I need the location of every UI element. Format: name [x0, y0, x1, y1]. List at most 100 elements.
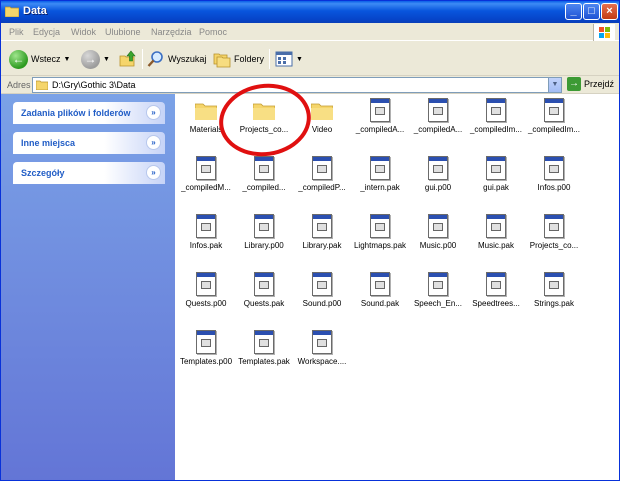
file-item[interactable]: gui.pak — [467, 152, 525, 208]
pak-file-icon — [312, 272, 332, 296]
file-name-label: Strings.pak — [533, 299, 575, 308]
file-item[interactable]: _compiledIm... — [525, 94, 583, 150]
file-item[interactable]: Quests.p00 — [177, 268, 235, 324]
file-item[interactable]: Speech_En... — [409, 268, 467, 324]
file-name-label: Sound.p00 — [302, 299, 342, 308]
file-item[interactable]: _compiledIm... — [467, 94, 525, 150]
file-name-label: Lightmaps.pak — [353, 241, 407, 250]
file-item[interactable]: Workspace.... — [293, 326, 351, 382]
menu-view[interactable]: Widok — [71, 27, 96, 37]
pak-file-icon — [544, 272, 564, 296]
file-item[interactable]: Lightmaps.pak — [351, 210, 409, 266]
maximize-button[interactable]: □ — [583, 3, 600, 20]
file-item[interactable]: _compiledA... — [351, 94, 409, 150]
panel-title: Inne miejsca — [21, 138, 76, 148]
file-item[interactable]: Speedtrees... — [467, 268, 525, 324]
menu-edit[interactable]: Edycja — [33, 27, 60, 37]
toolbar: ← Wstecz ▼ → ▼ Wyszukaj Foldery ▼ — [1, 42, 619, 76]
pak-file-icon — [312, 156, 332, 180]
file-item[interactable]: _compiled... — [235, 152, 293, 208]
file-item[interactable]: Templates.p00 — [177, 326, 235, 382]
search-icon — [147, 51, 163, 67]
expand-chevron-icon[interactable]: » — [146, 165, 161, 180]
file-item[interactable]: Quests.pak — [235, 268, 293, 324]
file-item[interactable]: Infos.pak — [177, 210, 235, 266]
pak-file-icon — [544, 98, 564, 122]
file-item[interactable]: Strings.pak — [525, 268, 583, 324]
file-name-label: _compiledP... — [298, 183, 346, 192]
minimize-button[interactable]: _ — [565, 3, 582, 20]
views-button[interactable]: ▼ — [275, 48, 303, 70]
panel-details[interactable]: Szczegóły » — [13, 162, 165, 184]
file-item[interactable]: gui.p00 — [409, 152, 467, 208]
close-button[interactable]: × — [601, 3, 618, 20]
menu-file[interactable]: Plik — [9, 27, 24, 37]
views-icon — [275, 51, 293, 67]
file-item[interactable]: Infos.p00 — [525, 152, 583, 208]
file-item[interactable]: _compiledM... — [177, 152, 235, 208]
file-item[interactable]: Library.pak — [293, 210, 351, 266]
file-name-label: Speech_En... — [413, 299, 463, 308]
toolbar-separator — [142, 49, 143, 69]
back-button[interactable]: ← Wstecz ▼ — [9, 48, 70, 70]
menu-favorites[interactable]: Ulubione — [105, 27, 141, 37]
back-label: Wstecz — [31, 54, 61, 64]
file-item[interactable]: _intern.pak — [351, 152, 409, 208]
search-button[interactable]: Wyszukaj — [147, 48, 206, 70]
folder-icon — [5, 6, 19, 17]
file-name-label: Library.pak — [302, 241, 342, 250]
file-item[interactable]: Library.p00 — [235, 210, 293, 266]
expand-chevron-icon[interactable]: » — [146, 135, 161, 150]
window-title: Data — [23, 5, 47, 17]
file-item[interactable]: Sound.pak — [351, 268, 409, 324]
expand-chevron-icon[interactable]: » — [146, 105, 161, 120]
folder-icon — [36, 80, 48, 90]
forward-arrow-icon: → — [81, 49, 100, 69]
pak-file-icon — [196, 330, 216, 354]
file-name-label: _intern.pak — [360, 183, 400, 192]
pak-file-icon — [312, 214, 332, 238]
menu-tools[interactable]: Narzędzia — [151, 27, 192, 37]
file-name-label: _compiled... — [242, 183, 286, 192]
menu-help[interactable]: Pomoc — [199, 27, 227, 37]
file-item[interactable]: Sound.p00 — [293, 268, 351, 324]
go-arrow-icon: → — [567, 77, 581, 91]
file-name-label: _compiledA... — [355, 125, 405, 134]
address-input[interactable]: D:\Gry\Gothic 3\Data ▼ — [32, 77, 562, 93]
title-bar[interactable]: Data _ □ × — [1, 1, 619, 23]
go-button[interactable]: → Przejdź — [567, 77, 614, 91]
task-pane: Zadania plików i folderów » Inne miejsca… — [1, 94, 175, 480]
panel-file-folder-tasks[interactable]: Zadania plików i folderów » — [13, 102, 165, 124]
file-name-label: Quests.p00 — [185, 299, 227, 308]
file-name-label: gui.p00 — [424, 183, 452, 192]
panel-other-places[interactable]: Inne miejsca » — [13, 132, 165, 154]
file-name-label: Infos.pak — [189, 241, 223, 250]
pak-file-icon — [196, 272, 216, 296]
up-folder-button[interactable] — [119, 48, 137, 70]
pak-file-icon — [370, 272, 390, 296]
file-item[interactable]: Templates.pak — [235, 326, 293, 382]
pak-file-icon — [196, 214, 216, 238]
address-label: Adres — [7, 80, 31, 90]
file-name-label: _compiledIm... — [527, 125, 581, 134]
pak-file-icon — [254, 156, 274, 180]
chevron-down-icon: ▼ — [63, 55, 71, 63]
up-folder-icon — [119, 50, 136, 67]
address-dropdown-button[interactable]: ▼ — [548, 78, 561, 92]
file-name-label: Templates.pak — [238, 357, 290, 366]
forward-button[interactable]: → ▼ — [81, 48, 110, 70]
file-name-label: _compiledIm... — [469, 125, 523, 134]
file-item[interactable]: _compiledP... — [293, 152, 351, 208]
file-name-label: Templates.p00 — [179, 357, 233, 366]
file-name-label: Music.pak — [477, 241, 514, 250]
file-item[interactable]: Projects_co... — [525, 210, 583, 266]
folders-button[interactable]: Foldery — [213, 48, 264, 70]
file-item[interactable]: Music.p00 — [409, 210, 467, 266]
file-name-label: Speedtrees... — [472, 299, 520, 308]
file-name-label: Music.p00 — [419, 241, 457, 250]
file-item[interactable]: Music.pak — [467, 210, 525, 266]
panel-title: Zadania plików i folderów — [21, 108, 131, 118]
file-item[interactable]: _compiledA... — [409, 94, 467, 150]
file-name-label: Workspace.... — [297, 357, 347, 366]
folder-icon — [311, 103, 333, 120]
